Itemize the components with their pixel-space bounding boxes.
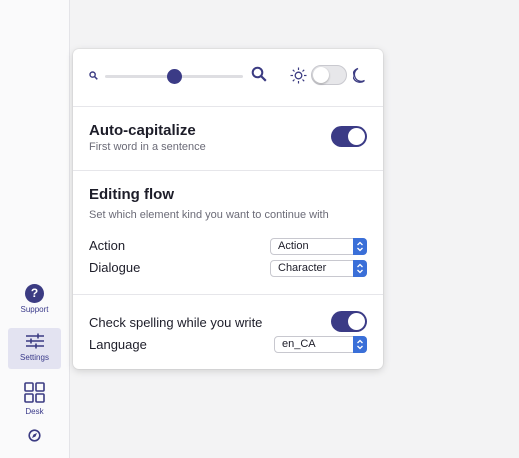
settings-popover: Auto-capitalize First word in a sentence… [73, 49, 383, 369]
language-label: Language [89, 337, 147, 352]
sidebar-item-settings[interactable]: Settings [8, 328, 61, 369]
select-value: en_CA [282, 338, 316, 350]
dark-mode-toggle[interactable] [311, 65, 347, 85]
grid-icon [24, 382, 45, 403]
sidebar-item-desk[interactable]: Desk [8, 382, 61, 416]
stepper-chevron-icon [353, 260, 367, 277]
auto-capitalize-title: Auto-capitalize [89, 122, 196, 139]
divider [73, 170, 383, 171]
moon-icon [353, 67, 365, 83]
sidebar-item-label: Desk [25, 407, 44, 416]
zoom-out-icon[interactable] [89, 71, 98, 80]
sidebar-item-support[interactable]: ? Support [8, 284, 61, 314]
dialogue-label: Dialogue [89, 260, 141, 275]
dialogue-select[interactable]: Character [270, 260, 367, 277]
zoom-in-icon[interactable] [251, 66, 267, 82]
divider [73, 294, 383, 295]
language-select[interactable]: en_CA [274, 336, 367, 353]
compass-button[interactable] [8, 429, 61, 444]
compass-icon [28, 429, 41, 442]
sidebar: ? Support Settings Desk [0, 0, 70, 458]
auto-capitalize-toggle[interactable] [331, 126, 367, 147]
zoom-slider-thumb[interactable] [167, 69, 182, 84]
editing-flow-title: Editing flow [89, 186, 174, 203]
sidebar-item-label: Support [20, 305, 49, 314]
auto-capitalize-subtitle: First word in a sentence [89, 141, 206, 153]
help-icon: ? [25, 284, 44, 303]
toggle-knob [348, 128, 365, 145]
select-value: Character [278, 262, 327, 274]
action-select[interactable]: Action [270, 238, 367, 255]
check-spelling-toggle[interactable] [331, 311, 367, 332]
toggle-knob [348, 313, 365, 330]
stepper-chevron-icon [353, 238, 367, 255]
select-value: Action [278, 240, 309, 252]
toggle-knob [313, 67, 329, 83]
sun-icon [290, 67, 307, 84]
sidebar-item-label: Settings [20, 353, 49, 362]
action-label: Action [89, 238, 126, 253]
divider [73, 106, 383, 107]
editing-flow-subtitle: Set which element kind you want to conti… [89, 209, 329, 221]
stepper-chevron-icon [353, 336, 367, 353]
check-spelling-label: Check spelling while you write [89, 315, 263, 330]
sliders-icon [25, 333, 44, 349]
